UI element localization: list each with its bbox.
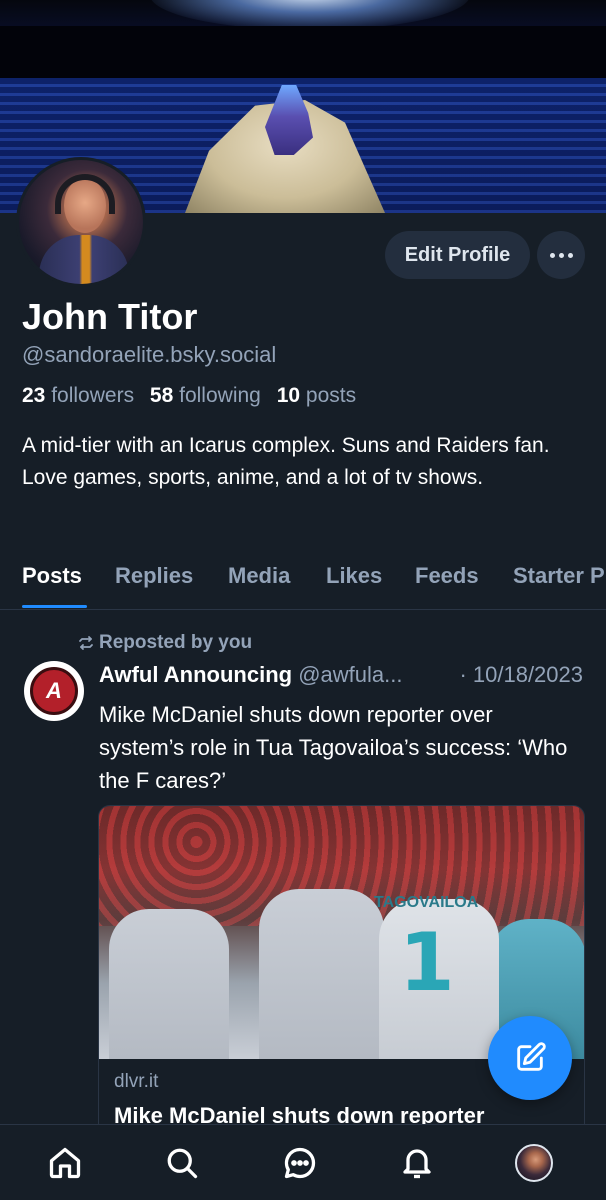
followers-count: 23 (22, 384, 46, 407)
profile-stats: 23 followers 58 following 10 posts (22, 384, 366, 408)
nav-home[interactable] (45, 1143, 85, 1183)
more-options-button[interactable] (537, 231, 585, 279)
edit-profile-button[interactable]: Edit Profile (385, 231, 530, 279)
compose-icon (517, 1042, 546, 1071)
posts-label: posts (305, 384, 357, 407)
profile-bio: A mid-tier with an Icarus complex. Suns … (22, 434, 550, 489)
tab-media[interactable]: Media (228, 563, 290, 589)
following-stat[interactable]: 58 following (150, 384, 261, 407)
compose-button[interactable] (488, 1016, 572, 1100)
avatar-logo: A (30, 667, 78, 715)
jersey-number: 1 (399, 916, 455, 1009)
post-author-avatar[interactable]: A (24, 661, 84, 721)
profile-tabs: Posts Replies Media Likes Feeds Starter … (0, 555, 606, 610)
post-author-name[interactable]: Awful Announcing (99, 662, 292, 687)
tab-likes[interactable]: Likes (326, 563, 382, 589)
jersey-name: TAGOVAILOA (374, 894, 479, 911)
banner-dark-band (0, 26, 606, 78)
repost-indicator: Reposted by you (78, 632, 252, 654)
bell-icon (403, 1149, 431, 1179)
more-dot (567, 252, 573, 258)
image-person (109, 909, 229, 1059)
image-person (259, 889, 384, 1059)
tab-feeds[interactable]: Feeds (415, 563, 479, 589)
posts-count: 10 (276, 384, 301, 407)
home-icon (49, 1147, 81, 1179)
followers-stat[interactable]: 23 followers (22, 384, 134, 407)
nav-chat[interactable] (280, 1143, 320, 1183)
followers-label: followers (51, 384, 135, 407)
post-author-handle[interactable]: @awfula... (298, 662, 402, 687)
more-dot (558, 252, 564, 258)
nav-notifications[interactable] (397, 1143, 437, 1183)
profile-avatar-small (515, 1144, 553, 1182)
more-dots-icon (549, 252, 555, 258)
tab-starter-packs[interactable]: Starter P (513, 563, 605, 589)
tab-posts[interactable]: Posts (22, 563, 82, 589)
avatar-headset (55, 174, 115, 214)
following-label: following (179, 384, 261, 407)
bottom-navigation (0, 1124, 606, 1200)
link-card-domain: dlvr.it (114, 1071, 159, 1092)
profile-avatar[interactable] (16, 157, 146, 287)
profile-name: John Titor (22, 296, 198, 337)
nav-profile[interactable] (514, 1143, 554, 1183)
post-date[interactable]: · 10/18/2023 (459, 662, 583, 688)
tab-replies[interactable]: Replies (115, 563, 193, 589)
post-text: Mike McDaniel shuts down reporter over s… (99, 702, 568, 793)
search-icon (167, 1148, 198, 1179)
repost-icon (79, 636, 93, 650)
repost-label: Reposted by you (99, 632, 253, 653)
nav-search[interactable] (162, 1143, 202, 1183)
profile-handle: @sandoraelite.bsky.social (22, 342, 277, 367)
active-tab-indicator (22, 605, 87, 608)
post-header: Awful Announcing @awfula... · 10/18/2023 (99, 662, 594, 688)
chat-icon (284, 1147, 316, 1179)
posts-stat: 10 posts (277, 384, 356, 407)
following-count: 58 (149, 384, 174, 407)
avatar-jacket (39, 235, 129, 284)
